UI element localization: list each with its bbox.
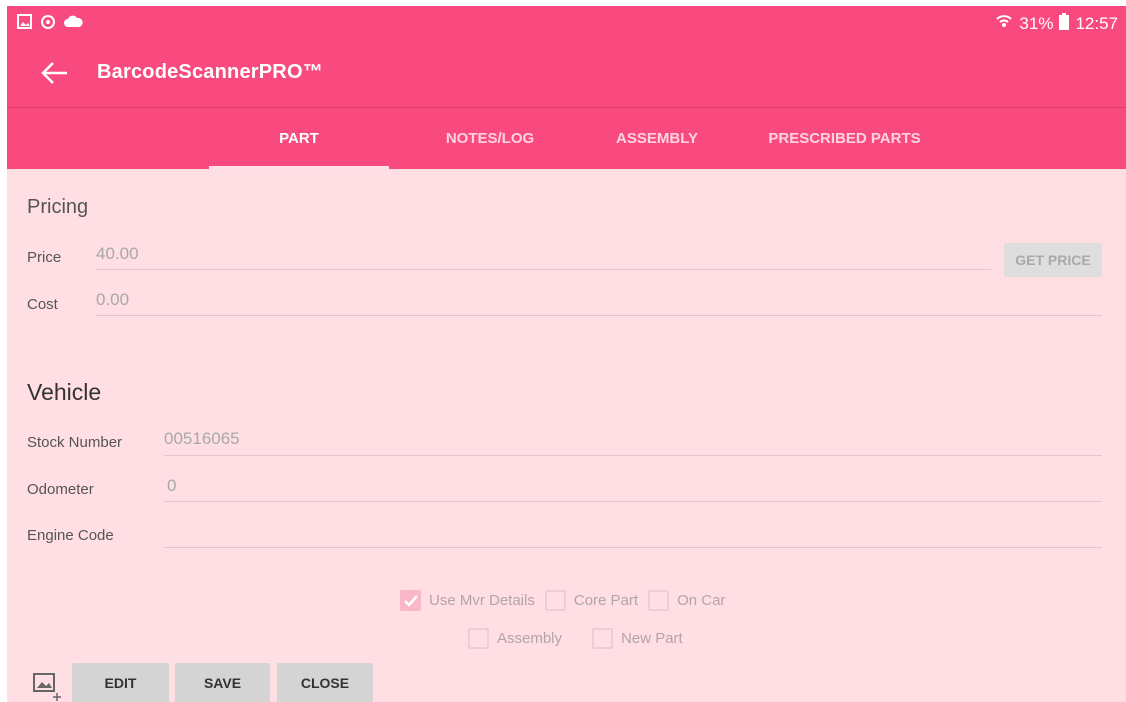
- price-label: Price: [27, 249, 62, 266]
- cost-underline: [96, 315, 1102, 316]
- new-part-checkbox[interactable]: New Part: [592, 628, 683, 649]
- get-price-button[interactable]: GET PRICE: [1004, 243, 1102, 277]
- assembly-label: Assembly: [497, 630, 563, 647]
- checkbox-box: [544, 590, 566, 611]
- engine-code-label: Engine Code: [27, 527, 114, 544]
- stock-number-label: Stock Number: [27, 434, 123, 451]
- options-row-1: Use Mvr Details Core Part On Car: [400, 590, 735, 611]
- check-icon: [400, 590, 421, 611]
- core-part-label: Core Part: [573, 592, 639, 609]
- vehicle-heading: Vehicle: [27, 379, 102, 405]
- gallery-icon: [17, 14, 32, 34]
- battery-icon: [1059, 12, 1070, 35]
- checkbox-box: [648, 590, 670, 611]
- battery-percent: 31%: [1019, 13, 1054, 33]
- cost-label: Cost: [27, 296, 58, 313]
- assembly-checkbox[interactable]: Assembly: [468, 628, 562, 649]
- app-bar: BarcodeScannerPRO™: [7, 38, 1126, 108]
- status-bar: 31% 12:57: [7, 6, 1126, 38]
- app-title: BarcodeScannerPRO™: [97, 61, 323, 83]
- tab-prescribed-parts[interactable]: PRESCRIBED PARTS: [747, 108, 942, 169]
- cloud-icon: [63, 14, 83, 33]
- stock-number-field[interactable]: 00516065: [164, 429, 240, 449]
- odometer-label: Odometer: [27, 481, 94, 498]
- use-mvr-details-label: Use Mvr Details: [429, 592, 535, 609]
- use-mvr-details-checkbox[interactable]: Use Mvr Details: [400, 590, 535, 611]
- status-right: 31% 12:57: [995, 12, 1118, 35]
- save-button[interactable]: SAVE: [175, 663, 270, 702]
- part-form: Pricing Price 40.00 GET PRICE Cost 0.00 …: [7, 169, 1126, 702]
- odometer-field[interactable]: 0: [167, 476, 176, 496]
- add-image-icon[interactable]: [33, 671, 63, 702]
- back-arrow-icon[interactable]: [35, 56, 75, 90]
- options-row-2: Assembly New Part: [468, 628, 693, 649]
- checkbox-box: [468, 628, 489, 649]
- wifi-icon: [995, 12, 1013, 35]
- pricing-heading: Pricing: [27, 196, 89, 218]
- clock: 12:57: [1075, 13, 1118, 33]
- cost-field[interactable]: 0.00: [96, 290, 129, 310]
- sync-icon: [40, 14, 56, 35]
- tab-notes-log[interactable]: NOTES/LOG: [405, 108, 575, 169]
- tab-assembly[interactable]: ASSEMBLY: [587, 108, 727, 169]
- core-part-checkbox[interactable]: Core Part: [544, 590, 639, 611]
- engine-code-underline: [164, 547, 1102, 548]
- checkbox-box: [592, 628, 614, 649]
- app-window: 31% 12:57 BarcodeScannerPRO™ PART NOTES/…: [7, 6, 1126, 702]
- price-underline: [96, 269, 991, 270]
- price-field[interactable]: 40.00: [96, 244, 139, 264]
- on-car-label: On Car: [677, 592, 726, 609]
- odometer-underline: [164, 501, 1102, 502]
- edit-button[interactable]: EDIT: [72, 663, 169, 702]
- new-part-label: New Part: [621, 630, 683, 647]
- close-button[interactable]: CLOSE: [277, 663, 373, 702]
- tab-part[interactable]: PART: [209, 108, 389, 169]
- stock-number-underline: [164, 455, 1102, 456]
- tab-bar: PART NOTES/LOG ASSEMBLY PRESCRIBED PARTS: [7, 108, 1126, 169]
- on-car-checkbox[interactable]: On Car: [648, 590, 725, 611]
